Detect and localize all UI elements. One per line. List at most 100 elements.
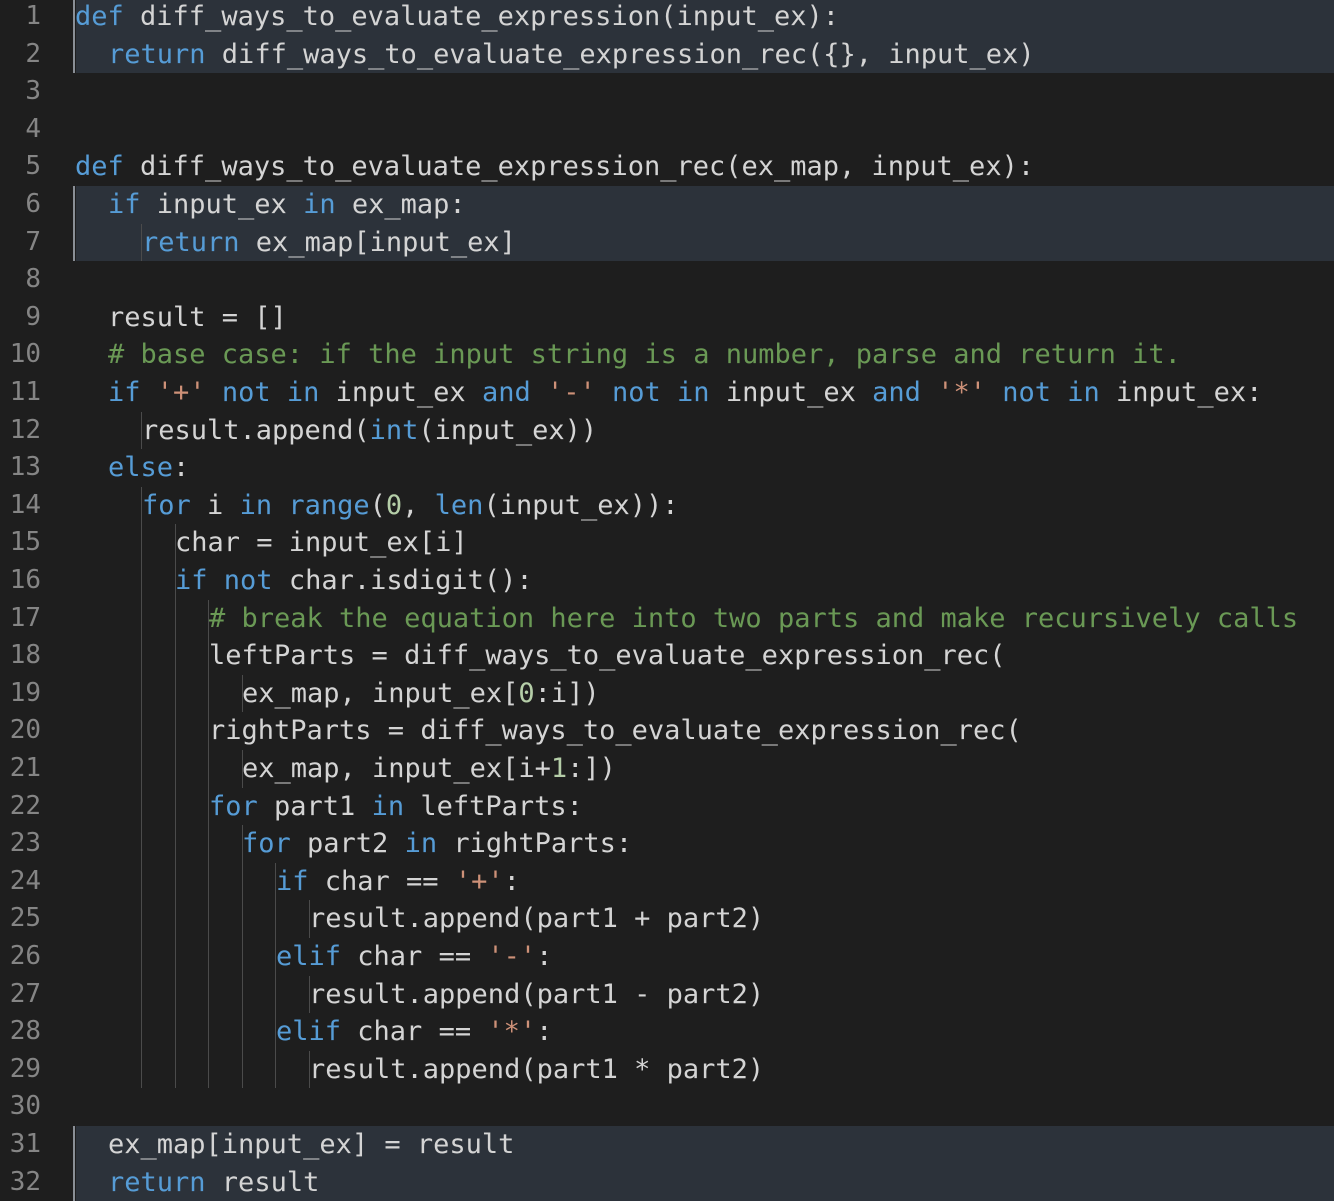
indent-guide bbox=[141, 599, 142, 638]
code-line[interactable]: 25 result.append(part1 + part2) bbox=[0, 900, 1334, 938]
code-token: def bbox=[75, 1, 124, 32]
code-line[interactable]: 18 leftParts = diff_ways_to_evaluate_expr… bbox=[0, 637, 1334, 675]
code-token: return bbox=[108, 38, 206, 70]
code-token: i bbox=[190, 489, 240, 521]
code-line[interactable]: 24 if char == '+': bbox=[0, 862, 1334, 901]
indent-guide bbox=[175, 712, 176, 750]
code-editor[interactable]: 1 def diff_ways_to_evaluate_expression(in… bbox=[0, 0, 1334, 1201]
code-text: for part1 in leftParts: bbox=[209, 788, 583, 826]
code-token: in bbox=[303, 189, 336, 220]
code-line[interactable]: 15 char = input_ex[i] bbox=[0, 524, 1334, 562]
line-number: 28 bbox=[9, 1016, 41, 1047]
code-line[interactable]: 7 return ex_map[input_ex] bbox=[0, 223, 1334, 262]
code-line[interactable]: 5 def diff_ways_to_evaluate_expression_re… bbox=[0, 148, 1334, 186]
code-text: # break the equation here into two parts… bbox=[209, 600, 1298, 638]
code-line[interactable]: 3 bbox=[0, 73, 1334, 111]
code-line[interactable]: 23 for part2 in rightParts: bbox=[0, 825, 1334, 863]
line-number: 3 bbox=[25, 76, 41, 107]
code-line[interactable]: 21 ex_map, input_ex[i+1:]) bbox=[0, 750, 1334, 788]
code-token: if bbox=[175, 565, 208, 596]
line-number: 26 bbox=[9, 941, 41, 971]
code-token: input_ex bbox=[319, 377, 482, 408]
code-token: diff_ways_to_evaluate_expression(input_e… bbox=[123, 1, 840, 32]
code-text: if char == '+': bbox=[276, 863, 520, 901]
code-token: input_ex: bbox=[1099, 377, 1263, 408]
line-number: 24 bbox=[9, 865, 41, 896]
code-token: char == bbox=[308, 865, 455, 897]
code-token: and bbox=[481, 377, 531, 408]
code-text: result.append(part1 * part2) bbox=[309, 1051, 764, 1089]
indent-guide bbox=[141, 862, 142, 901]
line-number: 6 bbox=[25, 189, 41, 219]
indent-guide bbox=[141, 674, 142, 713]
code-token: result bbox=[205, 1166, 320, 1198]
code-text: return ex_map[input_ex] bbox=[142, 224, 516, 262]
indent-guide bbox=[175, 750, 176, 788]
code-token: in bbox=[239, 489, 273, 521]
code-line[interactable]: 14 for i in range(0, len(input_ex)): bbox=[0, 486, 1334, 525]
code-line[interactable]: 4 bbox=[0, 111, 1334, 149]
code-line[interactable]: 22 for part1 in leftParts: bbox=[0, 787, 1334, 826]
code-line[interactable]: 13 else: bbox=[0, 449, 1334, 487]
code-line[interactable]: 16 if not char.isdigit(): bbox=[0, 562, 1334, 600]
line-number: 30 bbox=[9, 1091, 41, 1122]
code-token: not in bbox=[1002, 377, 1100, 408]
code-token: rightParts: bbox=[437, 828, 633, 860]
code-token: not in bbox=[612, 377, 710, 408]
indent-guide bbox=[175, 862, 176, 901]
code-line[interactable]: 9 result = [] bbox=[0, 299, 1334, 337]
code-token: and bbox=[872, 377, 921, 408]
code-text: return result bbox=[108, 1164, 319, 1201]
indent-guide bbox=[175, 599, 176, 638]
line-number: 32 bbox=[9, 1166, 41, 1197]
indent-guide bbox=[175, 975, 176, 1014]
code-token: 0 bbox=[385, 489, 403, 521]
line-number: 21 bbox=[9, 753, 41, 783]
indent-guide bbox=[175, 1050, 176, 1089]
code-line[interactable]: 2 return diff_ways_to_evaluate_expression… bbox=[0, 35, 1334, 74]
code-line[interactable]: 29 result.append(part1 * part2) bbox=[0, 1050, 1334, 1089]
code-token: part1 bbox=[257, 790, 372, 822]
code-line[interactable]: 11 if '+' not in input_ex and '-' not in … bbox=[0, 374, 1334, 412]
indent-guide bbox=[208, 1050, 209, 1089]
code-line[interactable]: 28 elif char == '*': bbox=[0, 1013, 1334, 1051]
code-line[interactable]: 10 # base case: if the input string is a … bbox=[0, 336, 1334, 374]
code-text: for part2 in rightParts: bbox=[242, 825, 632, 863]
indent-guide bbox=[141, 1050, 142, 1089]
line-number: 23 bbox=[9, 828, 41, 859]
code-line[interactable]: 27 result.append(part1 - part2) bbox=[0, 975, 1334, 1014]
code-line[interactable]: 30 bbox=[0, 1088, 1334, 1126]
line-number: 17 bbox=[9, 602, 41, 633]
line-number: 14 bbox=[9, 489, 41, 520]
indent-guide bbox=[275, 975, 276, 1014]
code-token: : bbox=[173, 452, 190, 484]
line-number: 29 bbox=[9, 1053, 41, 1084]
indent-guide bbox=[208, 674, 209, 713]
code-token: rightParts = diff_ways_to_evaluate_expre… bbox=[209, 715, 1022, 747]
code-line[interactable]: 8 bbox=[0, 261, 1334, 299]
code-line[interactable]: 6 if input_ex in ex_map: bbox=[0, 186, 1334, 224]
indent-guide bbox=[141, 750, 142, 788]
code-text: ex_map, input_ex[i+1:]) bbox=[242, 750, 616, 788]
code-token: return bbox=[108, 1166, 206, 1198]
code-line[interactable]: 32 return result bbox=[0, 1163, 1334, 1201]
indent-guide bbox=[208, 862, 209, 901]
code-token: 1 bbox=[550, 753, 568, 784]
code-text: result.append(part1 + part2) bbox=[309, 900, 764, 938]
code-line[interactable]: 1 def diff_ways_to_evaluate_expression(in… bbox=[0, 0, 1334, 36]
code-text: ex_map, input_ex[0:i]) bbox=[242, 675, 600, 713]
indent-guide bbox=[141, 825, 142, 863]
code-line[interactable]: 26 elif char == '-': bbox=[0, 938, 1334, 976]
code-line[interactable]: 12 result.append(int(input_ex)) bbox=[0, 411, 1334, 450]
indent-guide bbox=[175, 1013, 176, 1051]
code-token: 0 bbox=[518, 677, 535, 709]
code-line[interactable]: 17 # break the equation here into two par… bbox=[0, 599, 1334, 638]
code-line[interactable]: 20 rightParts = diff_ways_to_evaluate_exp… bbox=[0, 712, 1334, 750]
code-token: : bbox=[536, 1016, 553, 1048]
code-line[interactable]: 19 ex_map, input_ex[0:i]) bbox=[0, 674, 1334, 713]
code-text: leftParts = diff_ways_to_evaluate_expres… bbox=[209, 637, 1006, 675]
line-number: 12 bbox=[9, 414, 41, 445]
code-line[interactable]: 31 ex_map[input_ex] = result bbox=[0, 1126, 1334, 1164]
indent-guide bbox=[141, 900, 142, 938]
